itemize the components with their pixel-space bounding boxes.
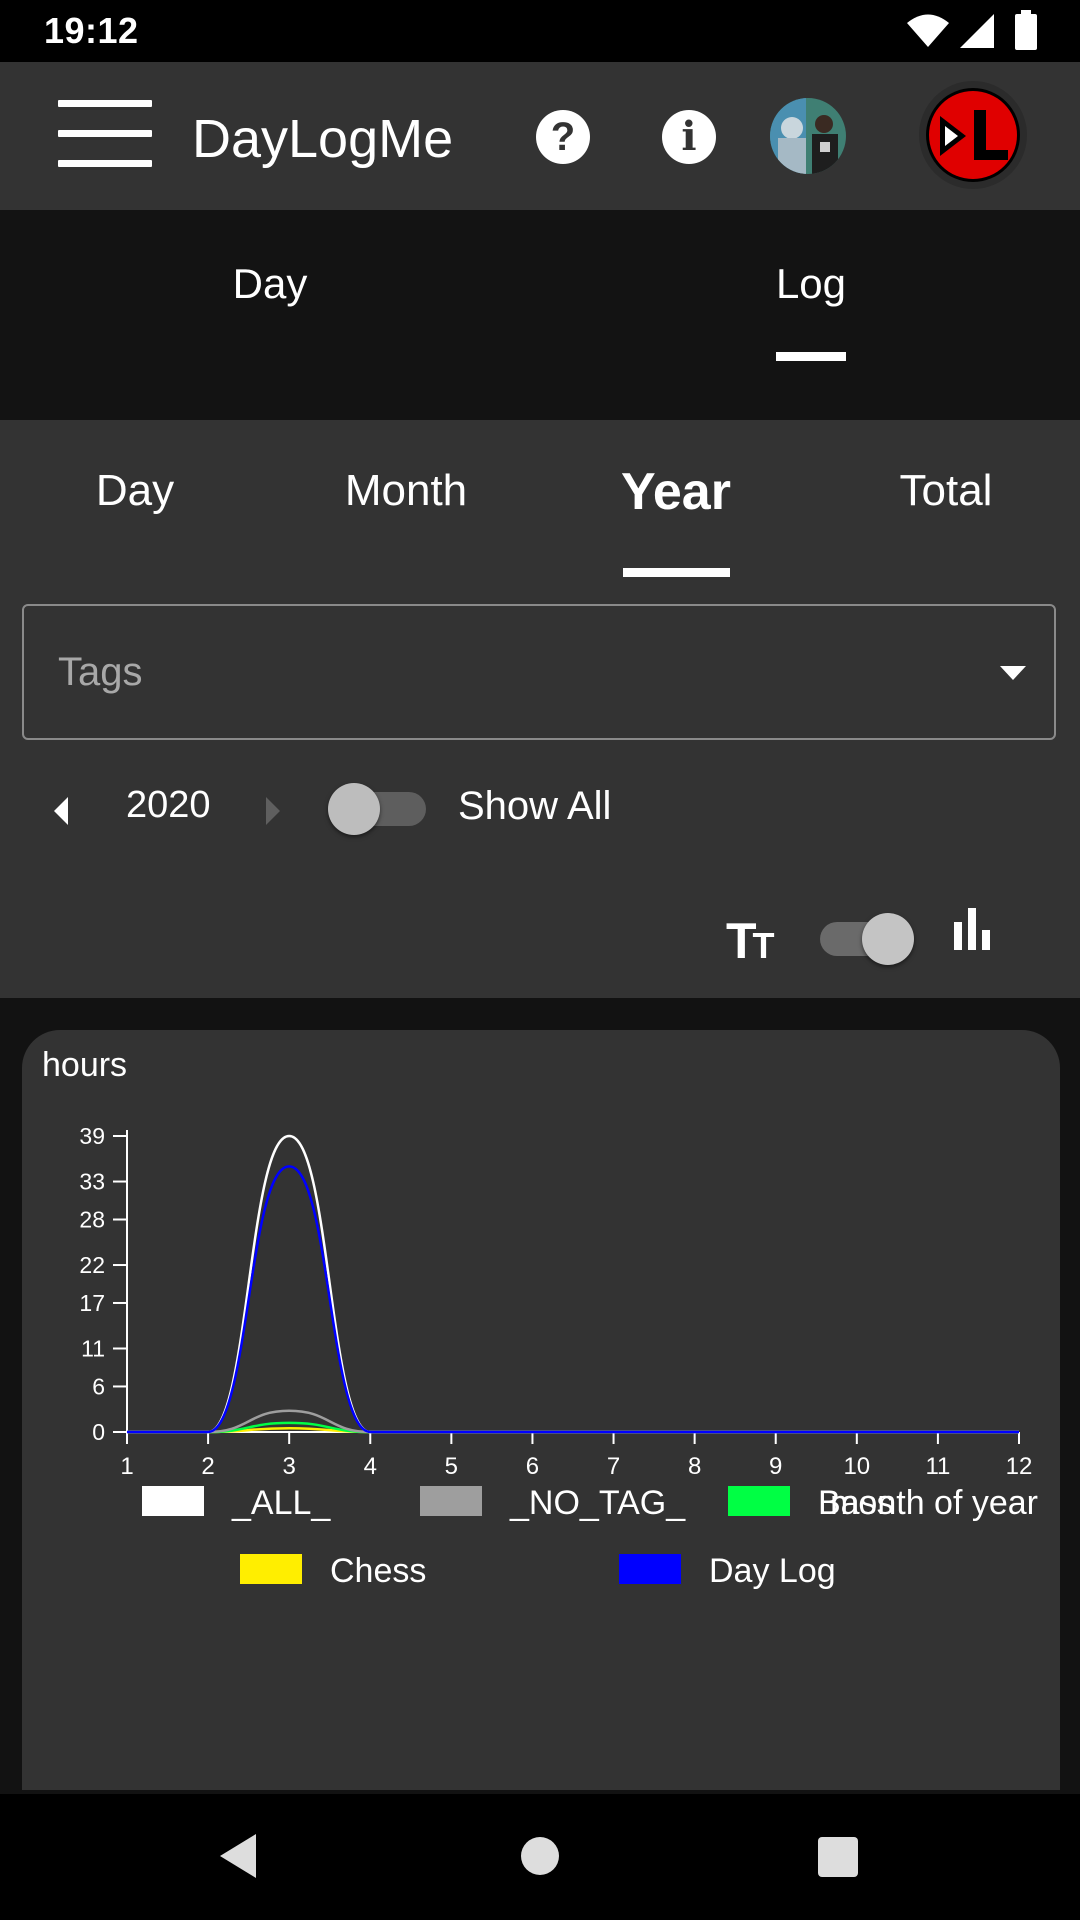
y-tick-label: 28 [79,1206,105,1232]
show-all-switch[interactable] [328,783,428,835]
status-bar: 19:12 [0,0,1080,62]
legend-label: Day Log [709,1552,836,1590]
x-tick-label: 12 [1006,1453,1033,1480]
home-icon[interactable] [521,1837,559,1875]
menu-icon[interactable] [50,92,160,178]
x-tick-label: 2 [201,1453,214,1480]
nav-bar [0,1794,1080,1920]
tags-dropdown[interactable]: Tags [22,604,1056,740]
subtab-indicator [623,568,730,577]
y-tick-label: 6 [92,1373,105,1399]
chevron-down-icon [1000,666,1026,680]
x-tick-label: 7 [607,1453,620,1480]
legend-swatch [420,1486,482,1516]
y-tick-label: 17 [79,1290,105,1316]
wifi-icon [907,14,949,47]
y-tick-label: 39 [79,1123,105,1149]
legend-swatch [240,1554,302,1584]
app-title: DayLogMe [192,109,454,169]
tab-day[interactable]: Day [120,260,420,308]
legend-swatch [619,1554,681,1584]
hours-chart: hoursmonth of year061117222833391 2 3 4 5 6 7 8… [42,1046,1038,1590]
series-line-bass [127,1421,1019,1434]
x-tick-label: 11 [925,1453,950,1480]
y-tick-label: 33 [79,1169,105,1195]
subtab-total[interactable]: Total [826,466,1066,516]
avatar[interactable] [770,98,846,174]
y-axis-title: hours [42,1046,127,1084]
legend-label: _ALL_ [231,1484,331,1522]
back-icon[interactable] [216,1832,260,1880]
tags-placeholder: Tags [58,650,143,694]
x-tick-label: 9 [769,1453,782,1480]
legend-label: Bass [818,1484,894,1522]
x-tick-label: 1 [120,1453,133,1480]
signal-icon [960,14,994,48]
subtab-day[interactable]: Day [15,466,255,516]
legend-label: _NO_TAG_ [509,1484,686,1522]
subtab-month[interactable]: Month [286,466,526,516]
year-label: 2020 [126,784,211,826]
prev-year-icon[interactable] [52,796,72,826]
text-size-icon[interactable]: TT [726,912,775,970]
legend-label: Chess [330,1552,426,1590]
chart-card: hours month of year 0 6 11 17 22 28 33 39 1 2 3 4 5 6 7 8… [22,1030,1060,1790]
recents-icon[interactable] [818,1837,858,1877]
bar-chart-icon[interactable] [950,904,994,954]
status-time: 19:12 [44,10,139,51]
legend-swatch [142,1486,204,1516]
battery-icon [1015,10,1037,50]
x-tick-label: 4 [364,1453,377,1480]
x-tick-label: 10 [843,1453,870,1480]
chart-mode-switch[interactable] [820,913,920,965]
app-bar: DayLogMe ? i [0,62,1080,210]
y-tick-label: 0 [92,1419,105,1445]
show-all-label: Show All [458,784,612,828]
subtab-year[interactable]: Year [556,462,796,522]
help-icon[interactable]: ? [536,110,590,164]
x-tick-label: 8 [688,1453,701,1480]
x-tick-label: 3 [283,1453,296,1480]
x-tick-label: 5 [445,1453,458,1480]
tab-indicator [776,352,846,361]
info-icon[interactable]: i [662,110,716,164]
y-tick-label: 22 [79,1252,105,1278]
legend-swatch [728,1486,790,1516]
daylogme-logo[interactable] [918,80,1028,190]
x-tick-label: 6 [526,1453,539,1480]
next-year-icon[interactable] [262,796,282,826]
top-tab-bar: Day Log [0,210,1080,420]
y-tick-label: 11 [81,1336,105,1362]
tab-log[interactable]: Log [661,260,961,308]
series-line-all [127,1134,1019,1434]
